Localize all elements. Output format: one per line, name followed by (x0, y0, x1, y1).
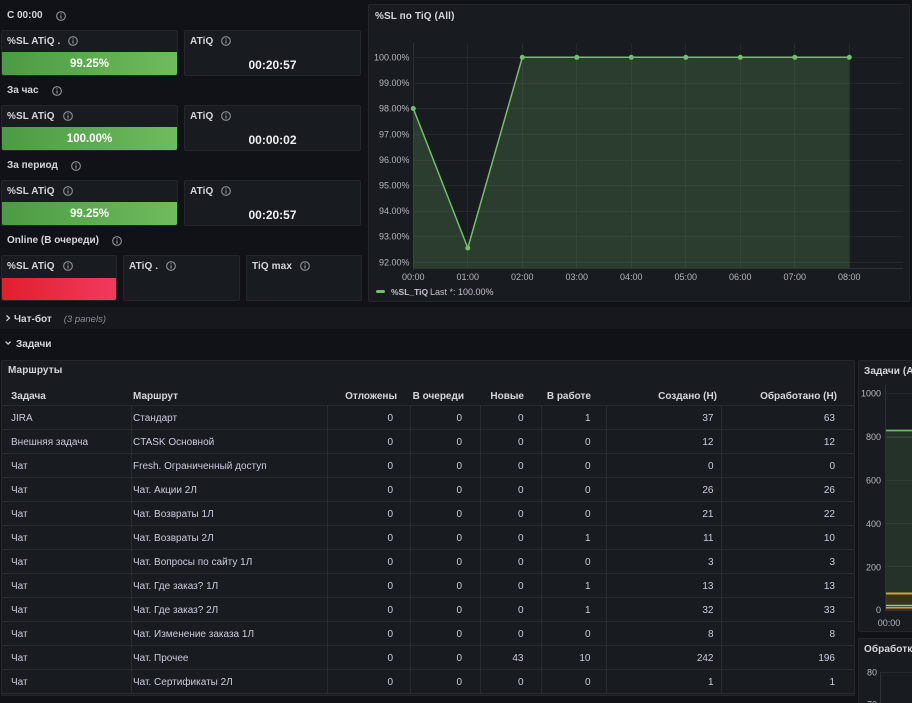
svg-text:02:00: 02:00 (511, 272, 534, 282)
svg-text:%SL_TiQ: %SL_TiQ (391, 287, 429, 297)
svg-text:70: 70 (867, 700, 877, 703)
svg-text:600: 600 (866, 476, 881, 486)
svg-text:01:00: 01:00 (457, 272, 480, 282)
svg-text:95.00%: 95.00% (379, 181, 410, 191)
svg-text:800: 800 (866, 432, 881, 442)
svg-text:100.00%: 100.00% (374, 53, 410, 63)
svg-text:92.00%: 92.00% (379, 257, 410, 267)
svg-text:03:00: 03:00 (566, 272, 589, 282)
svg-text:06:00: 06:00 (729, 272, 752, 282)
svg-text:99.00%: 99.00% (379, 78, 410, 88)
svg-text:94.00%: 94.00% (379, 206, 410, 216)
svg-text:93.00%: 93.00% (379, 232, 410, 242)
svg-text:1000: 1000 (861, 389, 881, 399)
svg-text:400: 400 (866, 519, 881, 529)
svg-text:200: 200 (866, 563, 881, 573)
svg-text:05:00: 05:00 (675, 272, 698, 282)
svg-text:07:00: 07:00 (784, 272, 807, 282)
svg-text:97.00%: 97.00% (379, 129, 410, 139)
svg-text:00:00: 00:00 (878, 618, 901, 628)
svg-text:98.00%: 98.00% (379, 104, 410, 114)
svg-text:80: 80 (867, 668, 877, 678)
svg-text:Last *: 100.00%: Last *: 100.00% (430, 287, 494, 297)
svg-text:0: 0 (876, 605, 881, 615)
svg-text:96.00%: 96.00% (379, 155, 410, 165)
svg-text:04:00: 04:00 (620, 272, 643, 282)
svg-text:08:00: 08:00 (838, 272, 861, 282)
svg-text:00:00: 00:00 (402, 272, 425, 282)
